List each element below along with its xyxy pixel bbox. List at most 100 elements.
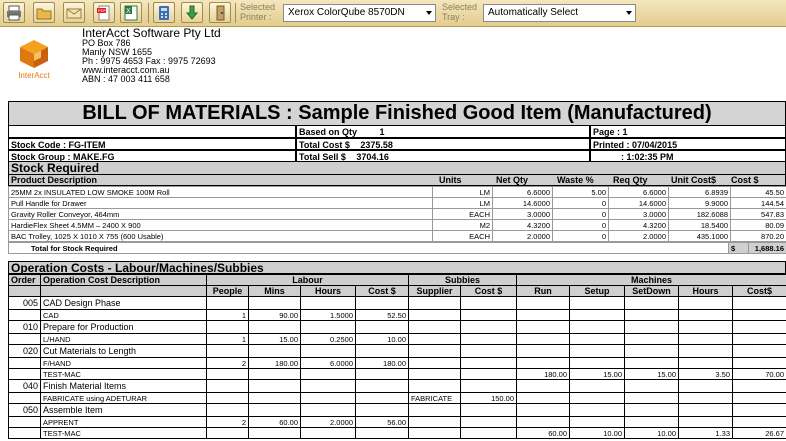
company-logo: InterAcct	[18, 40, 51, 80]
line-cell-mins: 15.00	[248, 333, 301, 345]
total-cost-label: Total Cost $	[299, 140, 350, 150]
operation-empty-cell	[459, 344, 518, 358]
stock-code: Stock Code : FG-ITEM	[8, 138, 296, 150]
line-cell-supplier: FABRICATE	[408, 392, 461, 404]
printer-select[interactable]: Xerox ColorQube 8570DN	[283, 4, 436, 22]
line-cell-cost: 10.00	[355, 333, 409, 345]
line-cell-people: 1	[206, 309, 249, 321]
line-cell-hours: 0.2500	[300, 333, 356, 345]
operation-line-row: F/HAND 2 180.00 6.0000 180.00	[8, 357, 786, 369]
stock-cell-desc: BAC Trolley, 1025 X 1010 X 755 (600 Usab…	[8, 230, 433, 242]
operation-empty-cell	[678, 379, 734, 393]
operation-description: Finish Material Items	[40, 379, 207, 393]
header-hours: Hours	[300, 285, 356, 297]
stock-cell-cost: 870.20	[730, 230, 786, 242]
operation-line-row: CAD 1 90.00 1.5000 52.50	[8, 309, 786, 321]
total-sell-label: Total Sell $	[299, 152, 346, 162]
stock-total-currency: $	[728, 242, 749, 254]
stock-cell-units: LM	[432, 186, 493, 198]
line-cell-hours: 1.5000	[300, 309, 356, 321]
operation-empty-cell	[8, 309, 41, 321]
line-cell-run	[516, 416, 571, 428]
pdf-button[interactable]: PDF	[93, 2, 115, 23]
download-button[interactable]	[181, 2, 203, 23]
operation-empty-cell	[206, 296, 249, 310]
exit-button[interactable]	[209, 2, 231, 23]
printed-date-value: 07/04/2015	[632, 140, 678, 150]
stock-row: Pull Handle for Drawer LM 14.6000 0 14.6000 9…	[8, 197, 786, 209]
ops-section-title: Operation Costs - Labour/Machines/Subbie…	[8, 261, 786, 275]
stock-section-title: Stock Required	[8, 162, 786, 175]
company-details: InterAcct Software Pty Ltd PO Box 786 Ma…	[82, 27, 221, 84]
line-description: TEST-MAC	[40, 427, 207, 439]
excel-button[interactable]: X	[120, 2, 142, 23]
line-cell-mins: 60.00	[248, 416, 301, 428]
line-cell-run	[516, 357, 571, 369]
tray-select-value: Automatically Select	[488, 7, 579, 18]
line-cell-setdown	[624, 309, 680, 321]
email-icon	[66, 8, 82, 18]
operation-line-row: L/HAND 1 15.00 0.2500 10.00	[8, 333, 786, 345]
line-cell-mins	[248, 392, 301, 404]
header-subbies-cost: Cost $	[459, 285, 518, 297]
operation-row: 040 Finish Material Items	[8, 379, 786, 393]
operation-line-row: TEST-MAC 60.00 10.00 10.00 1.33 26.67	[8, 427, 786, 439]
line-cell-people: 1	[206, 333, 249, 345]
line-cell-run: 60.00	[516, 427, 571, 439]
line-cell-cost: 56.00	[355, 416, 409, 428]
open-button[interactable]	[33, 2, 55, 23]
stock-cell-req: 2.0000	[608, 230, 669, 242]
email-button[interactable]	[63, 2, 85, 23]
line-cell-supplier	[408, 416, 461, 428]
operation-empty-cell	[206, 379, 249, 393]
stock-cell-unit_cost: 18.5400	[668, 219, 731, 231]
line-cell-mins	[248, 427, 301, 439]
line-cell-m-hours	[678, 333, 734, 345]
stock-cell-desc: Gravity Roller Conveyor, 464mm	[8, 208, 433, 220]
line-cell-setdown: 10.00	[624, 427, 680, 439]
stock-header: Product Description Units Net Qty Waste …	[8, 175, 786, 186]
toolbar-separator	[148, 3, 149, 23]
stock-cell-cost: 45.50	[730, 186, 786, 198]
tray-select[interactable]: Automatically Select	[483, 4, 636, 22]
based-on-qty: Based on Qty 1	[296, 126, 590, 138]
operation-empty-cell	[248, 379, 301, 393]
header-waste: Waste %	[557, 175, 594, 185]
calculator-button[interactable]	[153, 2, 175, 23]
operation-empty-cell	[355, 403, 409, 417]
operation-empty-cell	[569, 403, 626, 417]
operation-empty-cell	[8, 333, 41, 345]
stock-cell-net: 3.0000	[492, 208, 553, 220]
line-cell-sub-cost	[459, 357, 518, 369]
line-cell-sub-cost	[459, 333, 518, 345]
operation-row: 050 Assemble Item	[8, 403, 786, 417]
operation-empty-cell	[569, 379, 626, 393]
printed-date: Printed : 07/04/2015	[590, 138, 786, 150]
folder-icon	[36, 8, 52, 19]
operation-empty-cell	[624, 344, 680, 358]
svg-text:PDF: PDF	[98, 8, 107, 13]
line-cell-cost	[355, 392, 409, 404]
line-cell-m-hours: 1.33	[678, 427, 734, 439]
operation-order: 040	[8, 379, 41, 393]
chevron-down-icon	[626, 11, 632, 15]
header-subbies: Subbies	[407, 274, 518, 286]
line-cell-people	[206, 427, 249, 439]
line-cell-hours	[300, 427, 356, 439]
operation-empty-cell	[516, 296, 571, 310]
line-cell-setup	[569, 333, 626, 345]
line-cell-people	[206, 368, 249, 380]
stock-row: BAC Trolley, 1025 X 1010 X 755 (600 Usab…	[8, 230, 786, 242]
operation-empty-cell	[516, 320, 571, 334]
header-mins: Mins	[248, 285, 301, 297]
line-cell-setup: 10.00	[569, 427, 626, 439]
download-icon	[185, 5, 199, 20]
line-cell-m-cost: 70.00	[732, 368, 786, 380]
header-setdown: SetDown	[624, 285, 680, 297]
operation-row: 020 Cut Materials to Length	[8, 344, 786, 358]
operation-order: 010	[8, 320, 41, 334]
operation-description: Prepare for Production	[40, 320, 207, 334]
operation-empty-cell	[569, 320, 626, 334]
stock-cell-desc: Pull Handle for Drawer	[8, 197, 433, 209]
print-button[interactable]	[3, 2, 25, 23]
